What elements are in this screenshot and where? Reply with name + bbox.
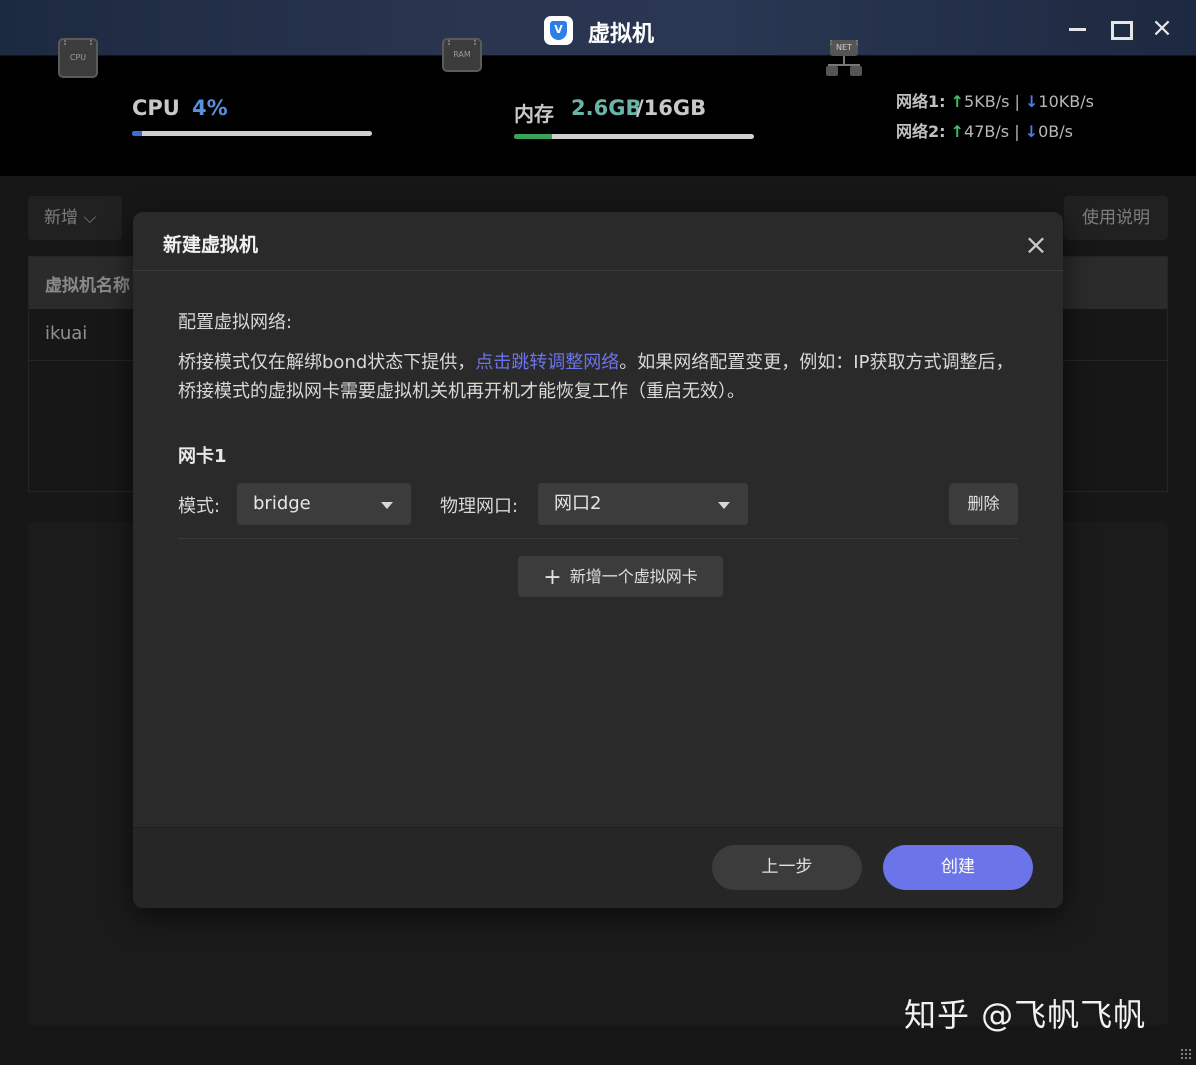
plus-icon: + [543,565,562,590]
watermark: 知乎 @飞帆飞帆 [904,996,1147,1034]
maximize-button[interactable] [1106,14,1134,42]
memory-label: 内存 [514,102,554,126]
memory-usage-fill [514,134,553,139]
notice-text-before: 桥接模式仅在解绑bond状态下提供， [178,352,476,373]
title-bar: V 虚拟机 × [0,0,1196,56]
up-arrow-icon: ↑ [950,92,965,111]
section-label: 配置虚拟网络: [178,312,293,333]
divider [133,827,1063,828]
divider [133,270,1063,271]
memory-used-value: 2.6GB [571,96,642,120]
previous-step-button[interactable]: 上一步 [712,845,862,890]
cpu-usage-bar [132,131,372,136]
network1-label: 网络1: [896,92,946,111]
cpu-chip-icon: CPU [58,38,98,78]
network1-down: 10KB/s [1038,92,1094,111]
down-arrow-icon: ↓ [1025,92,1039,111]
divider [178,538,1018,539]
delete-nic-button[interactable]: 删除 [949,483,1018,525]
ram-chip-icon: RAM [442,38,482,72]
adjust-network-link[interactable]: 点击跳转调整网络 [475,352,619,373]
add-virtual-nic-button[interactable]: + 新增一个虚拟网卡 [518,556,723,597]
physical-port-label: 物理网口: [440,496,519,517]
memory-total-value: /16GB [636,96,706,120]
add-nic-label: 新增一个虚拟网卡 [569,567,698,586]
close-icon[interactable]: × [1023,230,1049,260]
window-title: 虚拟机 [588,22,655,47]
memory-separator: / [636,96,644,120]
nic-title: 网卡1 [178,446,227,467]
app-logo-icon: V [544,16,573,45]
separator: | [1014,92,1020,111]
create-button[interactable]: 创建 [883,845,1033,890]
network1-stats: 网络1: ↑5KB/s | ↓10KB/s [896,88,1094,112]
physical-port-value: 网口2 [554,493,602,514]
cpu-usage-fill [132,131,142,136]
resize-grip-icon[interactable] [1180,1048,1192,1060]
network1-up: 5KB/s [964,92,1010,111]
mode-select-value: bridge [253,493,311,514]
new-vm-dialog: 新建虚拟机 × 配置虚拟网络: 桥接模式仅在解绑bond状态下提供，点击跳转调整… [133,212,1063,908]
down-arrow-icon: ↓ [1024,122,1039,141]
network-icon: NET [826,40,862,78]
cpu-usage-value: 4% [192,96,228,120]
net-box: NET [830,40,858,56]
mode-select[interactable]: bridge [237,483,411,525]
close-window-button[interactable]: × [1148,14,1176,42]
separator: | [1014,122,1020,141]
caret-down-icon [381,502,393,509]
bridge-notice: 桥接模式仅在解绑bond状态下提供，点击跳转调整网络。如果网络配置变更，例如：I… [178,348,1028,406]
cpu-label: CPU [132,96,180,120]
shield-icon: V [550,21,567,40]
mode-label: 模式: [178,496,221,517]
network2-label: 网络2: [896,122,946,141]
network2-down: 0B/s [1038,122,1073,141]
minimize-button[interactable] [1064,14,1092,42]
physical-port-select[interactable]: 网口2 [538,483,748,525]
dialog-title: 新建虚拟机 [163,234,259,256]
memory-usage-bar [514,134,754,139]
memory-total: 16GB [643,96,707,120]
caret-down-icon [718,502,730,509]
network2-up: 47B/s [964,122,1010,141]
network2-stats: 网络2: ↑47B/s | ↓0B/s [896,118,1073,142]
up-arrow-icon: ↑ [950,122,965,141]
